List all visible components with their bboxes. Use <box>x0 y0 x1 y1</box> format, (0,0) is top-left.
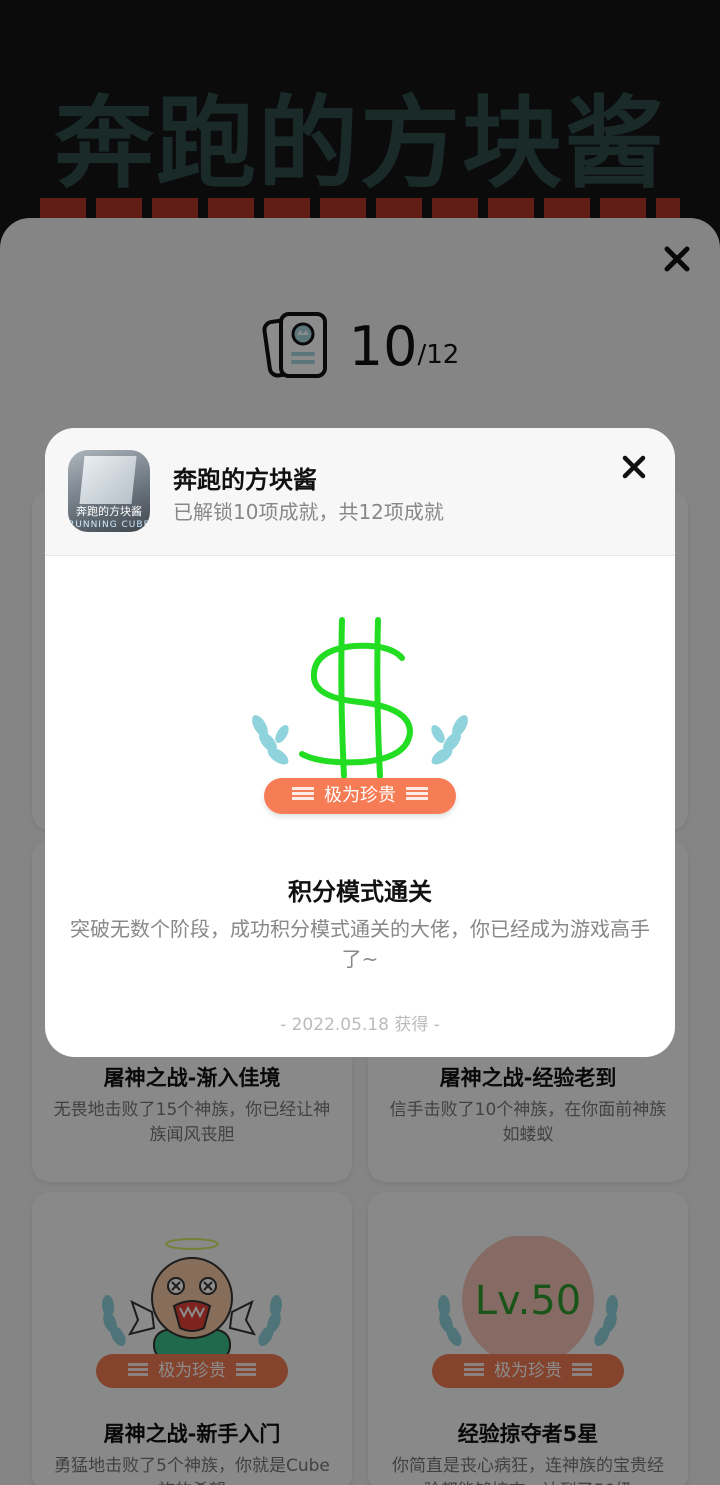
achievement-detail-modal: 奔跑的方块酱 RUNNING CUBE 奔跑的方块酱 已解锁10项成就，共12项… <box>45 428 675 1057</box>
achievement-description: 突破无数个阶段，成功积分模式通关的大佬，你已经成为游戏高手了~ <box>70 917 650 971</box>
app-icon: 奔跑的方块酱 RUNNING CUBE <box>68 450 150 532</box>
achievement-date: - 2022.05.18 获得 - <box>280 1015 440 1035</box>
modal-header: 奔跑的方块酱 RUNNING CUBE 奔跑的方块酱 已解锁10项成就，共12项… <box>45 428 675 556</box>
achievement-title: 积分模式通关 <box>288 878 432 906</box>
app-name: 奔跑的方块酱 <box>173 466 317 494</box>
dollar-icon <box>252 617 468 779</box>
rarity-badge: 极为珍贵 <box>264 778 456 814</box>
unlock-progress-text: 已解锁10项成就，共12项成就 <box>173 500 444 524</box>
close-icon[interactable] <box>621 454 647 480</box>
